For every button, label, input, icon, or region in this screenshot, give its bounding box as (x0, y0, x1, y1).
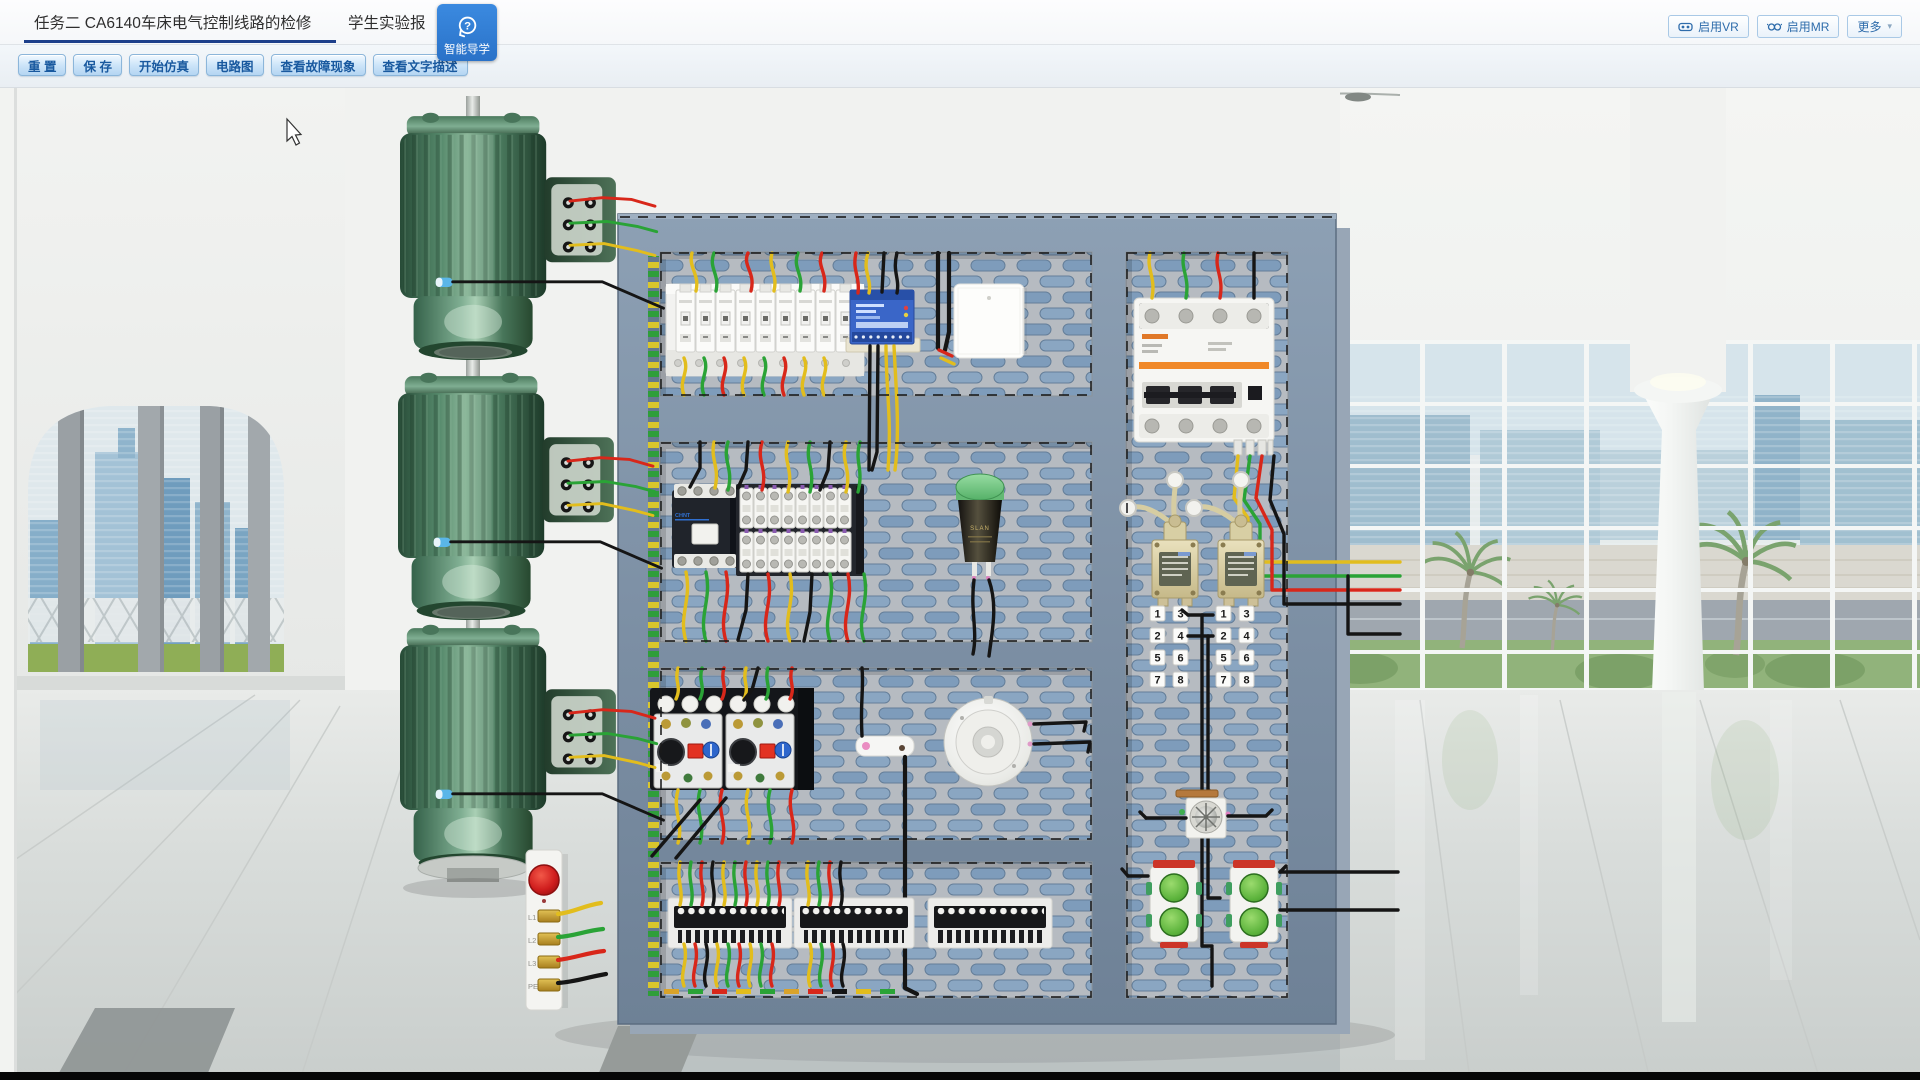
thermal-relay-1[interactable] (654, 714, 722, 788)
svg-text:5: 5 (1154, 653, 1160, 665)
fuse-bank[interactable] (736, 484, 864, 576)
tab-bar: 任务二 CA6140车床电气控制线路的检修 学生实验报 启用VR 启用MR 更多… (0, 0, 1920, 45)
save-button[interactable]: 保 存 (73, 54, 121, 76)
enable-mr-button[interactable]: 启用MR (1757, 15, 1840, 38)
svg-text:2: 2 (1154, 631, 1160, 643)
push-button-station-2[interactable] (1226, 860, 1282, 948)
mr-glasses-icon (1767, 21, 1782, 33)
svg-text:6: 6 (1243, 653, 1249, 665)
thermal-relay-2[interactable] (726, 714, 794, 788)
svg-text:2: 2 (1220, 631, 1226, 643)
enable-vr-label: 启用VR (1698, 18, 1739, 35)
scene-3d-viewport[interactable]: CHNT SLAN (0, 88, 1920, 1080)
red-indicator-button[interactable] (529, 865, 559, 895)
contactor-brand: CHNT (675, 513, 691, 519)
svg-text:8: 8 (1243, 675, 1249, 687)
wall-edge-seam (14, 88, 17, 1080)
svg-text:4: 4 (1243, 631, 1250, 643)
more-label: 更多 (1857, 18, 1881, 35)
terminal-label-l2: L2 (528, 936, 536, 945)
svg-text:7: 7 (1220, 675, 1226, 687)
letterbox-bar (0, 1072, 1920, 1080)
city-view-left (28, 400, 284, 676)
svg-text:3: 3 (1243, 609, 1249, 621)
svg-text:6: 6 (1177, 653, 1183, 665)
enable-mr-label: 启用MR (1787, 18, 1830, 35)
smart-guide-label: 智能导学 (444, 41, 490, 57)
terminal-label-l3: L3 (528, 959, 536, 968)
svg-text:8: 8 (1177, 675, 1183, 687)
vr-headset-icon (1678, 21, 1693, 33)
svg-text:5: 5 (1220, 653, 1226, 665)
circuit-diagram-button[interactable]: 电路图 (206, 54, 264, 76)
junction-box[interactable] (954, 284, 1027, 358)
svg-text:7: 7 (1154, 675, 1160, 687)
terminal-label-l1: L1 (528, 913, 536, 922)
tab-task-label: 任务二 CA6140车床电气控制线路的检修 (34, 11, 311, 33)
power-module[interactable] (846, 290, 920, 352)
smart-guide-button[interactable]: ? 智能导学 (437, 4, 497, 61)
start-simulation-button[interactable]: 开始仿真 (129, 54, 199, 76)
enable-vr-button[interactable]: 启用VR (1668, 15, 1749, 38)
thermal-relay-assembly[interactable] (650, 688, 814, 790)
tab-task[interactable]: 任务二 CA6140车床电气控制线路的检修 (34, 0, 311, 43)
caret-down-icon: ▾ (1887, 21, 1892, 32)
svg-text:1: 1 (1220, 609, 1226, 621)
ceiling-vent (1345, 93, 1371, 102)
more-button[interactable]: 更多 ▾ (1847, 15, 1902, 38)
push-button-station-1[interactable] (1146, 860, 1202, 948)
glass-curtain-wall (1322, 340, 1920, 693)
contactor[interactable]: CHNT (672, 484, 738, 568)
control-panel[interactable]: CHNT SLAN (618, 214, 1400, 1034)
wall-edge-strip (0, 88, 14, 1080)
tab-student-report-label: 学生实验报 (348, 11, 426, 33)
view-fault-button[interactable]: 查看故障现象 (271, 54, 366, 76)
reset-button[interactable]: 重 置 (18, 54, 66, 76)
tab-student-report[interactable]: 学生实验报 (348, 0, 426, 43)
svg-text:?: ? (464, 20, 471, 32)
main-breaker[interactable] (1134, 298, 1274, 455)
left-wall (0, 88, 345, 700)
head-question-icon: ? (454, 14, 480, 40)
svg-text:4: 4 (1177, 631, 1184, 643)
wire-duct (648, 256, 659, 996)
active-tab-underline (24, 40, 336, 43)
terminal-label-pe: PE (528, 982, 538, 991)
pilot-lamp-brand: SLAN (970, 526, 990, 532)
svg-text:1: 1 (1154, 609, 1160, 621)
top-actions: 启用VR 启用MR 更多 ▾ (1668, 15, 1902, 38)
sim-toolbar: 重 置 保 存 开始仿真 电路图 查看故障现象 查看文字描述 (0, 44, 1920, 88)
